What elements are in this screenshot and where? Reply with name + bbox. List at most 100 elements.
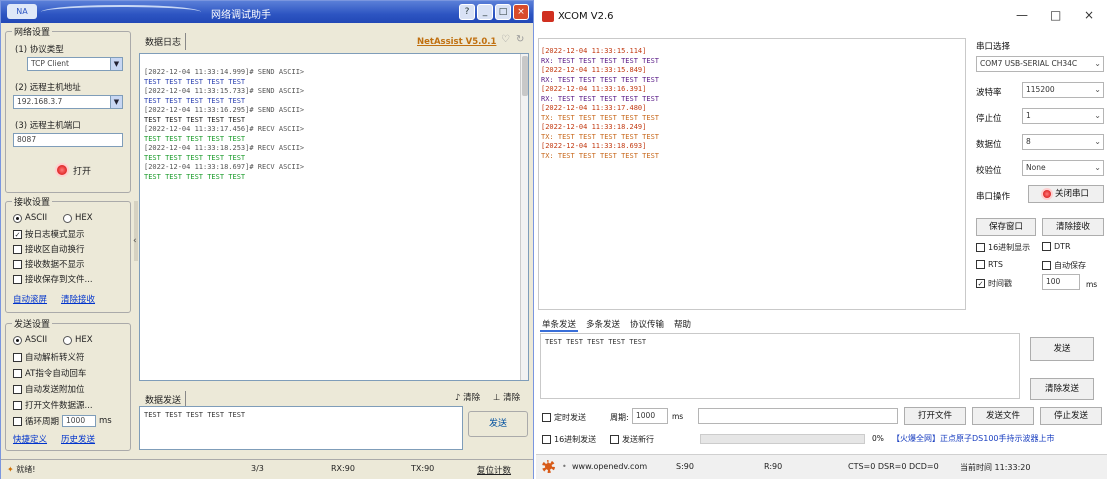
promo-link[interactable]: 【火爆全网】正点原子DS100手持示波器上市 — [892, 433, 1055, 444]
checkbox-icon[interactable] — [13, 368, 22, 378]
send-button[interactable]: 发送 — [468, 411, 528, 437]
open-button[interactable]: 打开 — [29, 158, 119, 182]
close-button[interactable]: × — [1084, 8, 1094, 22]
log-scrollbar[interactable] — [520, 54, 528, 380]
checkmark-icon[interactable]: ✓ — [976, 279, 985, 288]
checkbox-icon[interactable] — [13, 274, 22, 284]
checkbox-icon[interactable] — [976, 260, 985, 269]
xcom-titlebar[interactable]: XCOM V2.6 — □ × — [536, 0, 1107, 32]
open-file-button[interactable]: 打开文件 — [904, 407, 966, 425]
checkbox-icon[interactable] — [13, 384, 22, 394]
timestamp-input[interactable]: 100 — [1042, 274, 1080, 290]
log-mode-checkbox[interactable]: ✓ 按日志模式显示 — [13, 228, 85, 240]
stop-bits-select[interactable]: 1 ⌄ — [1022, 108, 1104, 124]
timed-send-checkbox[interactable]: 定时发送 — [542, 412, 586, 423]
auto-newline-checkbox[interactable]: 接收区自动换行 — [13, 243, 85, 255]
send-button[interactable]: 发送 — [1030, 337, 1094, 361]
checkbox-icon[interactable] — [13, 352, 22, 362]
close-port-button[interactable]: 关闭串口 — [1028, 185, 1104, 203]
remote-port-input[interactable]: 8087 — [13, 133, 123, 147]
scroll-thumb[interactable] — [522, 56, 528, 96]
stop-send-button[interactable]: 停止发送 — [1040, 407, 1102, 425]
tab-help[interactable]: 帮助 — [672, 318, 693, 332]
loop-period-input[interactable]: 1000 — [62, 415, 97, 427]
chevron-down-icon[interactable]: ⌄ — [1094, 161, 1101, 175]
website-link[interactable]: www.openedv.com — [572, 462, 647, 471]
loop-send-checkbox[interactable]: 循环周期 1000 ms — [13, 415, 112, 427]
checkbox-icon[interactable] — [13, 259, 22, 269]
checkbox-icon[interactable] — [542, 435, 551, 444]
chevron-down-icon[interactable]: ⌄ — [1094, 135, 1101, 149]
clear-recv-button[interactable]: 清除接收 — [1042, 218, 1104, 236]
receive-display[interactable]: [2022-12-04 11:33:15.114] RX: TEST TEST T… — [538, 38, 966, 310]
checkbox-icon[interactable] — [610, 435, 619, 444]
chevron-down-icon[interactable]: ⌄ — [1094, 109, 1101, 123]
help-button[interactable]: ? — [459, 4, 475, 20]
protocol-select[interactable]: TCP Client ▼ — [27, 57, 123, 71]
history-link[interactable]: 历史发送 — [61, 433, 95, 445]
checkbox-icon[interactable] — [13, 400, 22, 410]
send-input[interactable]: TEST TEST TEST TEST TEST — [139, 406, 463, 450]
checkmark-icon[interactable]: ✓ — [13, 229, 22, 239]
netassist-titlebar[interactable]: NA 网络调试助手 ? _ □ × — [1, 1, 533, 23]
tab-single-send[interactable]: 单条发送 — [540, 318, 579, 332]
parity-select[interactable]: None ⌄ — [1022, 160, 1104, 176]
data-bits-select[interactable]: 8 ⌄ — [1022, 134, 1104, 150]
port-select[interactable]: COM7 USB-SERIAL CH34C ⌄ — [976, 56, 1104, 72]
send-ascii-radio[interactable]: ASCII — [13, 335, 47, 345]
app-icon[interactable]: NA — [7, 4, 37, 19]
send-file-button[interactable]: 发送文件 — [972, 407, 1034, 425]
hide-recv-checkbox[interactable]: 接收数据不显示 — [13, 258, 85, 270]
clear-send-button[interactable]: ♪ 清除 — [455, 391, 480, 403]
panel-splitter[interactable] — [134, 201, 138, 261]
auto-checksum-checkbox[interactable]: 自动发送附加位 — [13, 383, 85, 395]
clear-recv-link[interactable]: 清除接收 — [61, 293, 95, 305]
shortcut-link[interactable]: 快捷定义 — [13, 433, 47, 445]
send-newline-checkbox[interactable]: 发送新行 — [610, 434, 654, 445]
parse-escape-checkbox[interactable]: 自动解析转义符 — [13, 351, 85, 363]
collapse-arrow-icon[interactable]: ‹ — [133, 236, 137, 246]
remote-host-select[interactable]: 192.168.3.7 ▼ — [13, 95, 123, 109]
brand-link[interactable]: NetAssist V5.0.1 — [417, 37, 496, 47]
checkbox-icon[interactable] — [1042, 242, 1051, 251]
heart-icon[interactable]: ♡ — [501, 34, 510, 45]
checkbox-icon[interactable] — [542, 413, 551, 422]
checkbox-icon[interactable] — [976, 243, 985, 252]
hex-send-checkbox[interactable]: 16进制发送 — [542, 434, 596, 445]
chevron-down-icon[interactable]: ⌄ — [1094, 83, 1101, 97]
radio-icon[interactable] — [63, 213, 72, 223]
radio-icon[interactable] — [13, 213, 22, 223]
chevron-down-icon[interactable]: ▼ — [110, 58, 122, 70]
tab-data-log[interactable]: 数据日志 — [141, 33, 187, 50]
recv-hex-radio[interactable]: HEX — [63, 213, 93, 223]
radio-icon[interactable] — [13, 335, 22, 345]
dtr-checkbox[interactable]: DTR — [1042, 242, 1071, 251]
at-auto-enter-checkbox[interactable]: AT指令自动回车 — [13, 367, 86, 379]
reset-count-button[interactable]: 复位计数 — [477, 464, 511, 476]
save-to-file-checkbox[interactable]: 接收保存到文件... — [13, 273, 93, 285]
auto-scroll-link[interactable]: 自动滚屏 — [13, 293, 47, 305]
baud-select[interactable]: 115200 ⌄ — [1022, 82, 1104, 98]
timestamp-checkbox[interactable]: ✓ 时间戳 — [976, 278, 1012, 289]
recv-ascii-radio[interactable]: ASCII — [13, 213, 47, 223]
auto-save-checkbox[interactable]: 自动保存 — [1042, 260, 1086, 271]
checkbox-icon[interactable] — [13, 244, 22, 254]
gear-icon[interactable] — [542, 460, 555, 473]
hex-display-checkbox[interactable]: 16进制显示 — [976, 242, 1030, 253]
checkbox-icon[interactable] — [13, 416, 22, 426]
minimize-button[interactable]: — — [1016, 8, 1028, 22]
rts-checkbox[interactable]: RTS — [976, 260, 1003, 269]
maximize-button[interactable]: □ — [495, 4, 511, 20]
send-hex-radio[interactable]: HEX — [63, 335, 93, 345]
chevron-down-icon[interactable]: ⌄ — [1094, 57, 1101, 71]
send-input[interactable]: TEST TEST TEST TEST TEST — [540, 333, 1020, 399]
log-display[interactable]: [2022-12-04 11:33:14.999]# SEND ASCII> TE… — [139, 53, 529, 381]
clear-send-button[interactable]: 清除发送 — [1030, 378, 1094, 400]
tab-multi-send[interactable]: 多条发送 — [584, 318, 622, 332]
save-window-button[interactable]: 保存窗口 — [976, 218, 1036, 236]
checkbox-icon[interactable] — [1042, 261, 1051, 270]
close-button[interactable]: × — [513, 4, 529, 20]
radio-icon[interactable] — [63, 335, 72, 345]
minimize-button[interactable]: _ — [477, 4, 493, 20]
open-file-checkbox[interactable]: 打开文件数据源... — [13, 399, 93, 411]
